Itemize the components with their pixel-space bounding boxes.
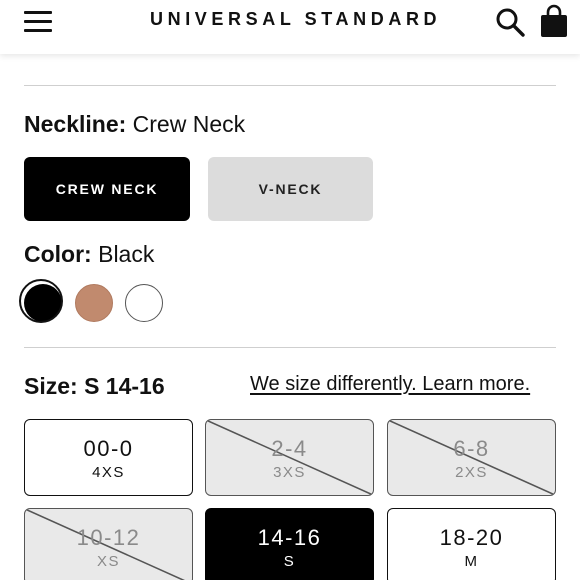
size-label-text: 3XS [273, 464, 306, 481]
color-swatch-tan[interactable] [75, 284, 113, 322]
size-option-00-0[interactable]: 00-0 4XS [24, 419, 193, 496]
size-label-text: XS [96, 553, 120, 570]
divider [24, 85, 556, 86]
size-range: 18-20 [439, 525, 504, 550]
search-icon[interactable] [494, 6, 526, 38]
size-range: 14-16 [257, 525, 322, 550]
size-option-2-4[interactable]: 2-4 3XS [205, 419, 374, 496]
neckline-label: Neckline: [24, 111, 127, 137]
size-label-text: S [283, 553, 296, 570]
top-navigation-bar: UNIVERSAL STANDARD [0, 0, 580, 54]
color-label: Color: [24, 241, 92, 267]
size-label-text: 2XS [455, 464, 488, 481]
color-swatch-black[interactable] [19, 279, 63, 323]
size-heading: Size: S 14-16 [24, 373, 165, 400]
size-label-text: M [464, 553, 479, 570]
size-selected-value: S 14-16 [84, 373, 165, 399]
size-guide-link[interactable]: We size differently. Learn more. [250, 373, 530, 396]
size-range: 6-8 [453, 436, 490, 461]
color-selected-value: Black [98, 241, 155, 267]
neckline-option-v-neck[interactable]: V-NECK [208, 157, 373, 221]
neckline-heading: Neckline: Crew Neck [24, 111, 245, 138]
size-range: 00-0 [83, 436, 134, 461]
divider [24, 347, 556, 348]
shopping-bag-icon[interactable] [538, 4, 570, 38]
size-label: Size: [24, 373, 78, 399]
color-heading: Color: Black [24, 241, 154, 268]
size-option-6-8[interactable]: 6-8 2XS [387, 419, 556, 496]
size-range: 2-4 [271, 436, 308, 461]
color-swatch-white[interactable] [125, 284, 163, 322]
brand-logo[interactable]: UNIVERSAL STANDARD [150, 9, 437, 30]
size-option-18-20[interactable]: 18-20 M [387, 508, 556, 580]
neckline-selected-value: Crew Neck [132, 111, 246, 137]
hamburger-menu-icon[interactable] [24, 11, 52, 33]
size-label-text: 4XS [92, 464, 125, 481]
size-option-14-16[interactable]: 14-16 S [205, 508, 374, 580]
size-option-10-12[interactable]: 10-12 XS [24, 508, 193, 580]
neckline-option-crew-neck[interactable]: CREW NECK [24, 157, 190, 221]
size-range: 10-12 [76, 525, 141, 550]
